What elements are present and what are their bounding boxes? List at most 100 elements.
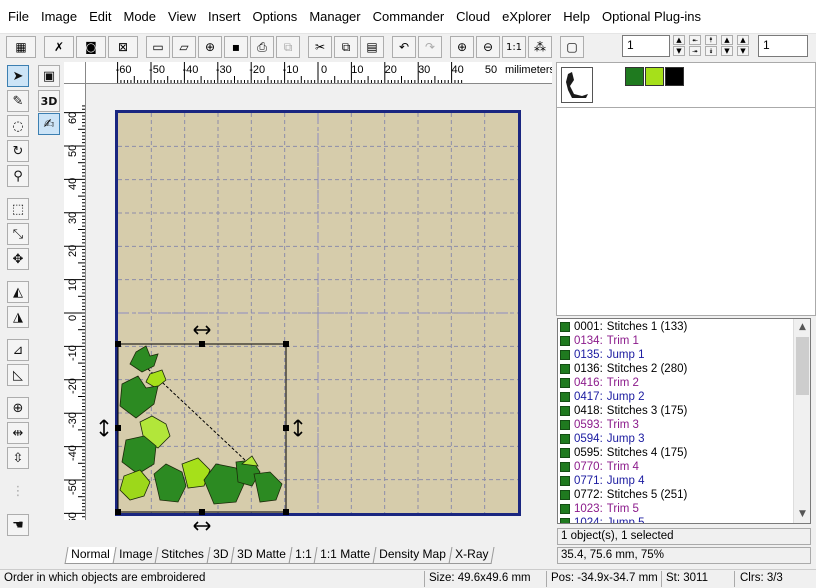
last-down-icon[interactable]: ▼ [721,46,733,56]
tab-x-ray[interactable]: X-Ray [448,547,496,564]
object-row[interactable]: 0418: Stitches 3 (175) [560,404,687,418]
mirror-v-icon[interactable]: ◮ [7,306,29,328]
object-row[interactable]: 0771: Jump 4 [560,474,645,488]
menu-insert[interactable]: Insert [204,9,249,24]
object-label: Jump 1 [606,349,645,361]
object-row[interactable]: 0135: Jump 1 [560,348,645,362]
color-number-field[interactable]: 1 [622,35,670,57]
menu-mode[interactable]: Mode [120,9,165,24]
rotate-icon[interactable]: ↻ [7,140,29,162]
object-row[interactable]: 0594: Jump 3 [560,432,645,446]
object-row[interactable]: 1024: Jump 5 [560,516,645,523]
spin-down-icon[interactable]: ▼ [673,46,685,56]
scroll-up-icon[interactable]: ▲ [794,319,811,336]
stop-icon[interactable]: ▢ [560,36,584,58]
object-row[interactable]: 0593: Trim 3 [560,418,639,432]
thread-swatch-2[interactable] [645,67,664,86]
select-arrow-icon[interactable]: ➤ [7,65,29,87]
object-label: Stitches 1 (133) [606,321,688,333]
tab-1-1-matte[interactable]: 1:1 Matte [313,547,377,564]
end-down-icon[interactable]: ▼ [737,46,749,56]
object-row[interactable]: 0416: Trim 2 [560,376,639,390]
print-icon[interactable]: ⎙ [250,36,274,58]
ruler-h-label: -40 [182,64,199,76]
design-view-icon[interactable]: ✍ [38,113,60,135]
tab-3d-matte[interactable]: 3D Matte [230,547,293,564]
edit-stitch-icon[interactable]: ✎ [7,90,29,112]
object-list[interactable]: 0001: Stitches 1 (133) 0134: Trim 1 0135: Jum… [557,318,811,524]
menu-view[interactable]: View [164,9,204,24]
object-row[interactable]: 0136: Stitches 2 (280) [560,362,687,376]
object-row[interactable]: 0417: Jump 2 [560,390,645,404]
zoom-out-icon[interactable]: ⊖ [476,36,500,58]
align-h-icon[interactable]: ⇹ [7,422,29,444]
page-icon[interactable]: ▣ [38,65,60,87]
thread-swatch-3[interactable] [665,67,684,86]
horizontal-ruler: -60 -50 -40 -30 -20 -10 0 10 20 30 40 50 milimeters [64,62,552,84]
center-icon[interactable]: ⊕ [7,397,29,419]
menu-optional-plug-ins[interactable]: Optional Plug-ins [598,9,709,24]
tab-normal[interactable]: Normal [64,547,117,564]
menu-commander[interactable]: Commander [369,9,453,24]
object-row[interactable]: 0772: Stitches 5 (251) [560,488,687,502]
3d-icon[interactable]: 3D [38,90,60,112]
camera-icon[interactable]: ◙ [76,36,106,58]
cut-icon[interactable]: ✂ [308,36,332,58]
object-row[interactable]: 0770: Trim 4 [560,460,639,474]
menu-options[interactable]: Options [249,9,306,24]
menu-help[interactable]: Help [559,9,598,24]
design-grid-icon[interactable]: ▦ [6,36,36,58]
select-stitch-icon[interactable]: ✗ [44,36,74,58]
lasso-icon[interactable]: ◌ [7,115,29,137]
first-down-icon[interactable]: ⯮ [689,46,701,56]
move-icon[interactable]: ✥ [7,248,29,270]
copy-icon[interactable]: ⧉ [334,36,358,58]
design-canvas[interactable] [86,84,552,531]
object-row[interactable]: 1023: Trim 5 [560,502,639,516]
zoom-tool-icon[interactable]: ⚲ [7,165,29,187]
last-up-icon[interactable]: ▲ [721,35,733,45]
scroll-thumb[interactable] [796,337,809,395]
close-stitch-icon[interactable]: ⊠ [108,36,138,58]
object-list-scrollbar[interactable]: ▲ ▼ [793,319,810,523]
page-down-icon[interactable]: ⯯ [705,46,717,56]
first-up-icon[interactable]: ⯬ [689,35,701,45]
save-icon[interactable]: ▪ [224,36,248,58]
tab-image[interactable]: Image [112,547,159,564]
selected-design[interactable] [86,84,552,531]
spin-up-icon[interactable]: ▲ [673,35,685,45]
slant-left-icon[interactable]: ⊿ [7,339,29,361]
page-up-icon[interactable]: ⯭ [705,35,717,45]
mirror-h-icon[interactable]: ◭ [7,281,29,303]
object-row[interactable]: 0001: Stitches 1 (133) [560,320,687,334]
object-row[interactable]: 0134: Trim 1 [560,334,639,348]
scroll-down-icon[interactable]: ▼ [794,506,811,523]
align-v-icon[interactable]: ⇳ [7,447,29,469]
repeat-field[interactable]: 1 [758,35,808,57]
redo-icon[interactable]: ↷ [418,36,442,58]
design-thumbnail[interactable] [561,67,593,103]
rect-select-icon[interactable]: ⬚ [7,198,29,220]
end-up-icon[interactable]: ▲ [737,35,749,45]
new-icon[interactable]: ▭ [146,36,170,58]
resize-icon[interactable]: ⤡ [7,223,29,245]
tab-stitches[interactable]: Stitches [154,547,211,564]
zoom-fit-icon[interactable]: ⁂ [528,36,552,58]
zoom-1to1-icon[interactable]: 1:1 [502,36,526,58]
undo-icon[interactable]: ↶ [392,36,416,58]
menu-manager[interactable]: Manager [305,9,368,24]
open-icon[interactable]: ▱ [172,36,196,58]
paste-icon[interactable]: ▤ [360,36,384,58]
add-icon[interactable]: ⊕ [198,36,222,58]
object-row[interactable]: 0595: Stitches 4 (175) [560,446,687,460]
thread-swatch-1[interactable] [625,67,644,86]
slant-right-icon[interactable]: ◺ [7,364,29,386]
menu-file[interactable]: File [4,9,37,24]
menu-cloud[interactable]: Cloud [452,9,498,24]
tab-density-map[interactable]: Density Map [372,547,453,564]
menu-explorer[interactable]: eXplorer [498,9,559,24]
hand-icon[interactable]: ☚ [7,514,29,536]
zoom-in-icon[interactable]: ⊕ [450,36,474,58]
menu-edit[interactable]: Edit [85,9,119,24]
menu-image[interactable]: Image [37,9,85,24]
